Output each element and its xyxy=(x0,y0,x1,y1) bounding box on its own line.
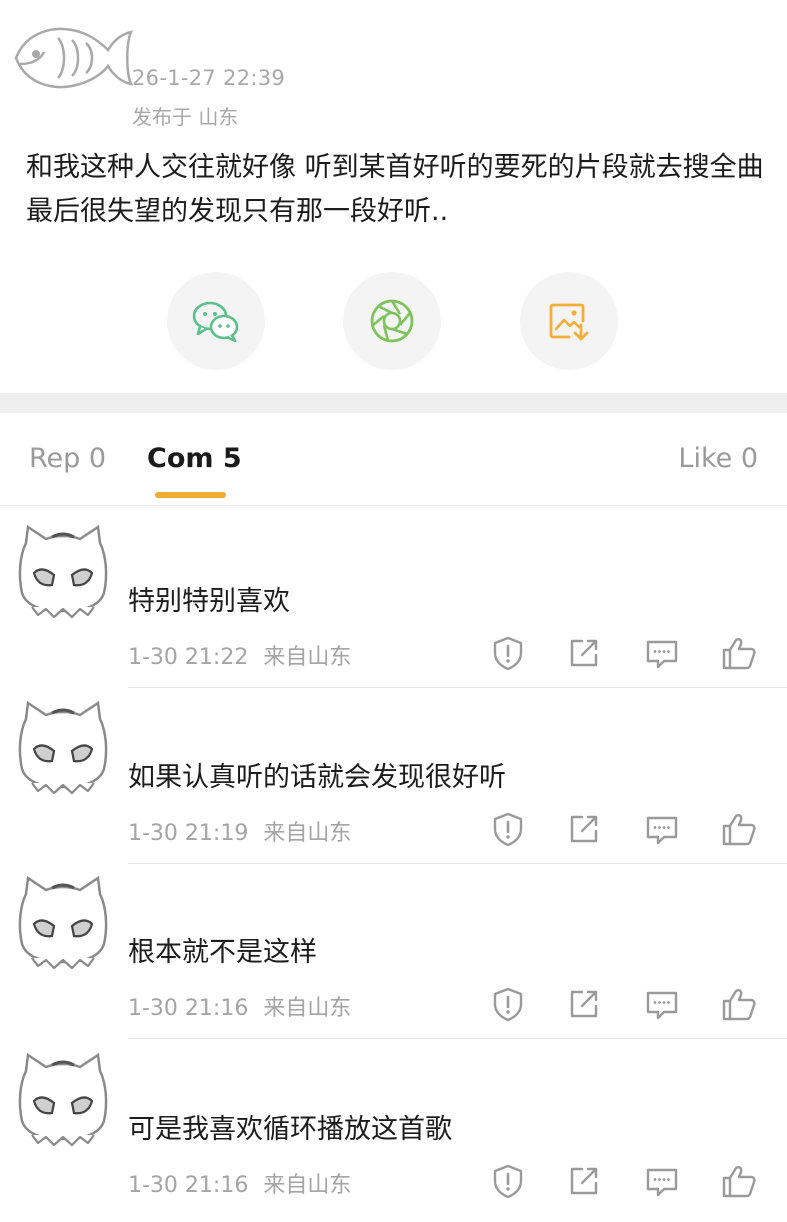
thumbs-up-icon xyxy=(721,811,757,847)
tab-comments[interactable]: Com 5 xyxy=(147,443,242,474)
comment-item: 特别特别喜欢 1-30 21:22 来自山东 xyxy=(0,519,787,694)
share-icon xyxy=(566,811,602,847)
share-comment-button[interactable] xyxy=(566,1163,602,1199)
reply-button[interactable] xyxy=(644,986,680,1022)
like-comment-button[interactable] xyxy=(721,635,757,671)
active-tab-indicator xyxy=(155,492,226,498)
post-content: 和我这种人交往就好像 听到某首好听的要死的片段就去搜全曲 最后很失望的发现只有那… xyxy=(26,152,764,227)
comment-location: 来自山东 xyxy=(263,1173,352,1198)
reply-icon xyxy=(644,635,680,671)
report-button[interactable] xyxy=(490,1163,526,1199)
reply-button[interactable] xyxy=(644,1163,680,1199)
wechat-icon xyxy=(191,299,241,343)
comment-time: 1-30 21:22 xyxy=(128,645,249,670)
save-image-icon xyxy=(547,299,591,343)
reply-icon xyxy=(644,811,680,847)
comment-divider xyxy=(128,1038,787,1039)
fish-avatar[interactable] xyxy=(10,16,134,100)
comment-text: 如果认真听的话就会发现很好听 xyxy=(128,762,506,793)
interaction-tabs: Rep 0 Com 5 Like 0 xyxy=(0,413,787,506)
comment-meta: 1-30 21:19 来自山东 xyxy=(128,815,351,847)
thumbs-up-icon xyxy=(721,986,757,1022)
report-icon xyxy=(490,1163,526,1199)
comment-text: 特别特别喜欢 xyxy=(128,586,290,617)
reply-icon xyxy=(644,986,680,1022)
comment-item: 可是我喜欢循环播放这首歌 1-30 21:16 来自山东 xyxy=(0,1047,787,1222)
share-comment-button[interactable] xyxy=(566,811,602,847)
report-icon xyxy=(490,635,526,671)
share-wechat-button[interactable] xyxy=(167,272,265,370)
report-button[interactable] xyxy=(490,811,526,847)
cat-avatar[interactable] xyxy=(16,1051,110,1147)
like-comment-button[interactable] xyxy=(721,811,757,847)
cat-avatar[interactable] xyxy=(16,523,110,619)
comment-time: 1-30 21:19 xyxy=(128,821,249,846)
like-comment-button[interactable] xyxy=(721,986,757,1022)
comment-meta: 1-30 21:22 来自山东 xyxy=(128,639,351,671)
post-location: 发布于 山东 xyxy=(132,105,239,129)
comment-divider xyxy=(128,687,787,688)
share-icon xyxy=(566,1163,602,1199)
report-button[interactable] xyxy=(490,986,526,1022)
comment-location: 来自山东 xyxy=(263,821,352,846)
comment-time: 1-30 21:16 xyxy=(128,1173,249,1198)
report-icon xyxy=(490,811,526,847)
comment-meta: 1-30 21:16 来自山东 xyxy=(128,990,351,1022)
section-divider xyxy=(0,393,787,413)
comment-location: 来自山东 xyxy=(263,645,352,670)
share-moments-button[interactable] xyxy=(343,272,441,370)
comment-text: 根本就不是这样 xyxy=(128,937,317,968)
comment-item: 根本就不是这样 1-30 21:16 来自山东 xyxy=(0,870,787,1045)
moments-icon xyxy=(368,297,416,345)
comment-divider xyxy=(128,863,787,864)
tab-repost[interactable]: Rep 0 xyxy=(29,443,106,474)
reply-icon xyxy=(644,1163,680,1199)
share-comment-button[interactable] xyxy=(566,986,602,1022)
thumbs-up-icon xyxy=(721,1163,757,1199)
save-image-button[interactable] xyxy=(520,272,618,370)
comment-text: 可是我喜欢循环播放这首歌 xyxy=(128,1114,452,1145)
share-icon xyxy=(566,986,602,1022)
share-icon xyxy=(566,635,602,671)
report-icon xyxy=(490,986,526,1022)
cat-avatar[interactable] xyxy=(16,874,110,970)
post-header: 26-1-27 22:39 发布于 山东 xyxy=(0,0,787,140)
reply-button[interactable] xyxy=(644,811,680,847)
reply-button[interactable] xyxy=(644,635,680,671)
post-timestamp: 26-1-27 22:39 xyxy=(132,66,286,90)
comment-time: 1-30 21:16 xyxy=(128,996,249,1021)
share-comment-button[interactable] xyxy=(566,635,602,671)
like-comment-button[interactable] xyxy=(721,1163,757,1199)
tab-likes[interactable]: Like 0 xyxy=(678,443,758,474)
comment-meta: 1-30 21:16 来自山东 xyxy=(128,1167,351,1199)
comment-location: 来自山东 xyxy=(263,996,352,1021)
report-button[interactable] xyxy=(490,635,526,671)
cat-avatar[interactable] xyxy=(16,699,110,795)
thumbs-up-icon xyxy=(721,635,757,671)
comment-item: 如果认真听的话就会发现很好听 1-30 21:19 来自山东 xyxy=(0,695,787,870)
